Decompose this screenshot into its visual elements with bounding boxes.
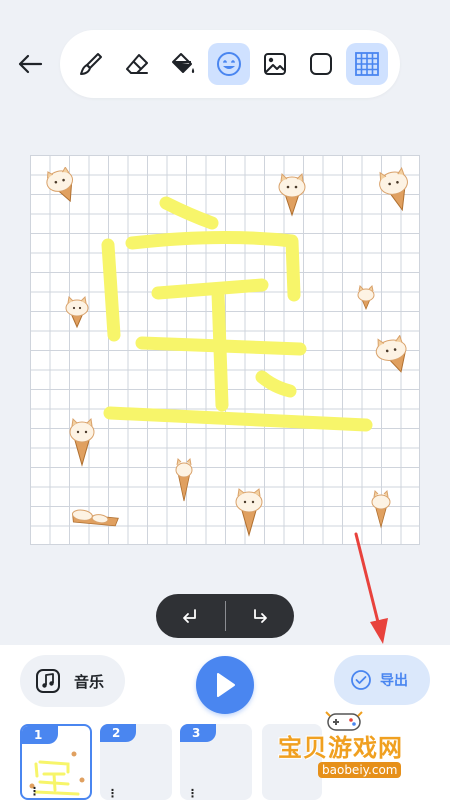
cat-ice-cream-sticker[interactable] — [68, 509, 122, 529]
cat-ice-cream-sticker[interactable] — [374, 167, 416, 213]
cat-ice-cream-sticker[interactable] — [230, 485, 268, 537]
image-icon — [264, 53, 286, 75]
brush-tool[interactable] — [70, 43, 112, 85]
sticker-icon — [217, 52, 241, 76]
background-shape-icon — [310, 53, 332, 75]
cat-ice-cream-sticker[interactable] — [272, 171, 312, 217]
music-button-label: 音乐 — [74, 672, 105, 691]
eraser-tool[interactable] — [116, 43, 158, 85]
frame-number: 2 — [100, 724, 136, 742]
back-button[interactable] — [12, 46, 48, 82]
redo-icon — [253, 609, 267, 623]
sticker-tool[interactable] — [208, 43, 250, 85]
watermark-text: 宝贝游戏网 — [278, 734, 403, 762]
undo-redo-bar — [156, 594, 294, 638]
frame-thumbnail-2[interactable]: 2 ⋮ — [100, 724, 172, 800]
grid-tool[interactable] — [346, 43, 388, 85]
watermark-logo: 宝贝游戏网 baobeiy.com — [278, 708, 428, 786]
play-icon — [217, 673, 235, 697]
undo-icon — [183, 609, 197, 623]
cat-ice-cream-sticker[interactable] — [172, 457, 196, 503]
paint-bucket-icon — [172, 53, 195, 73]
handwritten-character-drawing — [101, 196, 373, 432]
music-button[interactable]: 音乐 — [20, 655, 125, 707]
export-button[interactable]: 导出 — [334, 655, 430, 705]
frame-more-icon[interactable]: ⋮ — [29, 786, 40, 797]
cat-ice-cream-sticker[interactable] — [40, 167, 82, 205]
music-note-icon — [36, 669, 60, 693]
watermark-url: baobeiy.com — [318, 762, 402, 778]
frame-thumbnail-3[interactable]: 3 ⋮ — [180, 724, 252, 800]
frame-more-icon[interactable]: ⋮ — [187, 788, 198, 799]
tool-bar — [60, 30, 400, 98]
cat-ice-cream-sticker[interactable] — [368, 489, 394, 529]
frame-more-icon[interactable]: ⋮ — [107, 788, 118, 799]
eraser-icon — [126, 54, 148, 74]
image-tool[interactable] — [254, 43, 296, 85]
drawing-canvas[interactable] — [30, 155, 420, 545]
play-button[interactable] — [196, 656, 254, 714]
frame-number: 3 — [180, 724, 216, 742]
red-pointer-arrow — [354, 532, 388, 644]
brush-icon — [80, 53, 102, 75]
fill-tool[interactable] — [162, 43, 204, 85]
check-circle-icon — [351, 670, 371, 690]
cat-ice-cream-sticker[interactable] — [354, 285, 378, 311]
cat-ice-cream-sticker[interactable] — [368, 335, 418, 375]
cat-ice-cream-sticker[interactable] — [64, 415, 100, 467]
frame-thumbnail-1[interactable]: 1 ⋮ — [20, 724, 92, 800]
export-button-label: 导出 — [380, 673, 408, 689]
undo-button[interactable] — [156, 594, 225, 638]
grid-icon — [355, 52, 379, 76]
background-tool[interactable] — [300, 43, 342, 85]
redo-button[interactable] — [226, 594, 295, 638]
back-arrow-icon — [18, 54, 43, 74]
frame-number: 1 — [22, 726, 58, 744]
cat-ice-cream-sticker[interactable] — [60, 295, 94, 329]
